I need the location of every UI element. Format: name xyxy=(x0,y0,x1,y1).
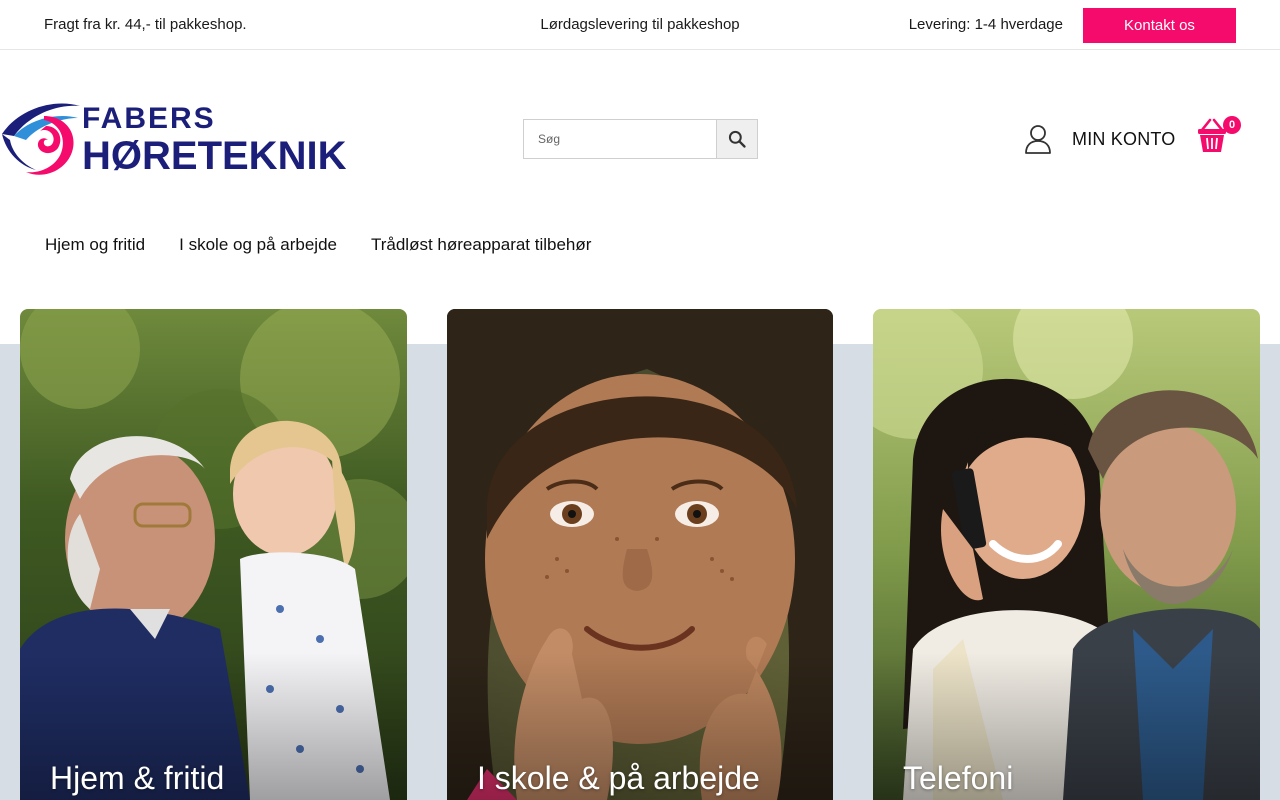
nav-item-school-work[interactable]: I skole og på arbejde xyxy=(179,235,337,255)
search-button[interactable] xyxy=(716,120,757,158)
category-card-school-work[interactable]: I skole & på arbejde xyxy=(447,309,833,800)
nav-item-home-leisure[interactable]: Hjem og fritid xyxy=(45,235,145,255)
top-bar: Fragt fra kr. 44,- til pakkeshop. Lørdag… xyxy=(0,0,1280,50)
delivery-time-info: Levering: 1-4 hverdage xyxy=(908,16,1063,33)
card-title: Telefoni xyxy=(903,760,1014,796)
search-input[interactable] xyxy=(524,120,716,158)
main-nav: Hjem og fritid I skole og på arbejde Trå… xyxy=(45,235,591,255)
cart-count-badge: 0 xyxy=(1223,116,1241,134)
my-account-link[interactable]: MIN KONTO xyxy=(1072,129,1175,150)
logo-line2: HØRETEKNIK xyxy=(82,134,347,178)
card-photo-grandfather-child xyxy=(20,309,407,800)
card-photo-girl-thumbs-up xyxy=(447,309,833,800)
contact-button[interactable]: Kontakt os xyxy=(1083,8,1236,43)
card-title: Hjem & fritid xyxy=(50,760,225,796)
category-card-home-leisure[interactable]: Hjem & fritid xyxy=(20,309,407,800)
card-photo-couple-phone xyxy=(873,309,1260,800)
site-logo[interactable]: FABERS HØRETEKNIK xyxy=(0,96,380,182)
category-card-telephony[interactable]: Telefoni xyxy=(873,309,1260,800)
user-icon[interactable] xyxy=(1024,124,1052,154)
logo-line1: FABERS xyxy=(82,102,216,135)
shipping-info: Fragt fra kr. 44,- til pakkeshop. xyxy=(44,16,247,33)
nav-item-wireless-accessories[interactable]: Trådløst høreapparat tilbehør xyxy=(371,235,591,255)
ear-logo-icon xyxy=(2,103,80,175)
search-form xyxy=(523,119,758,159)
card-title: I skole & på arbejde xyxy=(477,760,760,796)
search-icon xyxy=(728,130,746,148)
saturday-delivery-info: Lørdagslevering til pakkeshop xyxy=(540,16,740,33)
